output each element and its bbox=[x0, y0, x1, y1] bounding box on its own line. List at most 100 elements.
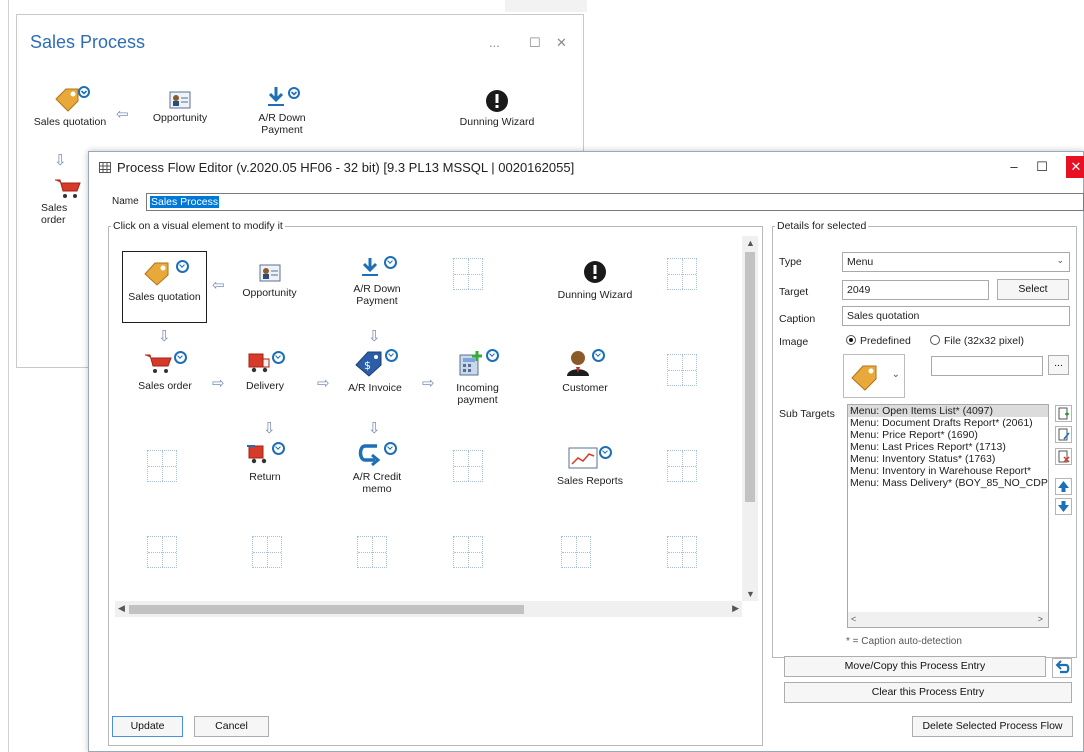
flow-node-return[interactable]: Return bbox=[230, 442, 300, 483]
browse-button[interactable]: ... bbox=[1048, 355, 1069, 375]
arrow-right-icon: ⇨ bbox=[317, 375, 330, 392]
flow-node-label: A/R Down Payment bbox=[353, 283, 401, 307]
bg-node-opportunity[interactable]: Opportunity bbox=[145, 91, 215, 124]
empty-cell[interactable] bbox=[453, 258, 483, 290]
flow-node-opportunity[interactable]: Opportunity bbox=[232, 264, 307, 299]
delete-process-flow-button[interactable]: Delete Selected Process Flow bbox=[912, 716, 1073, 737]
move-up-button[interactable] bbox=[1055, 478, 1072, 495]
predefined-radio-label: Predefined bbox=[860, 335, 911, 347]
list-horizontal-scrollbar[interactable]: < > bbox=[848, 612, 1048, 627]
flow-node-sales-quotation[interactable]: Sales quotation bbox=[122, 251, 207, 323]
empty-cell[interactable] bbox=[667, 536, 697, 568]
subtargets-list[interactable]: Menu: Open Items List* (4097) Menu: Docu… bbox=[847, 404, 1049, 628]
maximize-button[interactable]: ☐ bbox=[1029, 156, 1055, 178]
subtarget-item[interactable]: Menu: Last Prices Report* (1713) bbox=[848, 441, 1048, 453]
empty-cell[interactable] bbox=[667, 450, 697, 482]
flow-node-ar-credit-memo[interactable]: A/R Credit memo bbox=[337, 442, 417, 495]
minimize-button[interactable]: – bbox=[1001, 156, 1027, 178]
flow-node-ar-down-payment[interactable]: A/R Down Payment bbox=[337, 256, 417, 307]
flow-node-dunning-wizard[interactable]: Dunning Wizard bbox=[545, 260, 645, 301]
empty-cell[interactable] bbox=[453, 536, 483, 568]
name-input[interactable]: Sales Process bbox=[146, 193, 1084, 211]
subtarget-item[interactable]: Menu: Price Report* (1690) bbox=[848, 429, 1048, 441]
scrollbar-thumb[interactable] bbox=[129, 605, 524, 614]
arrow-left-icon: ⇦ bbox=[212, 277, 225, 294]
cancel-button[interactable]: Cancel bbox=[194, 716, 269, 737]
price-tag-icon bbox=[55, 86, 90, 112]
subtarget-item[interactable]: Menu: Open Items List* (4097) bbox=[848, 405, 1048, 417]
scrollbar-thumb[interactable] bbox=[745, 252, 755, 502]
arrow-down-icon: ⇩ bbox=[54, 152, 67, 169]
undo-button[interactable] bbox=[1052, 658, 1072, 678]
empty-cell[interactable] bbox=[252, 536, 282, 568]
scroll-right-icon[interactable]: ▶ bbox=[732, 603, 739, 614]
chevron-down-icon: ⌄ bbox=[1056, 255, 1064, 265]
predefined-radio[interactable]: Predefined bbox=[846, 335, 911, 347]
flow-node-sales-reports[interactable]: Sales Reports bbox=[545, 446, 635, 487]
arrow-down-icon bbox=[1058, 501, 1069, 512]
move-down-button[interactable] bbox=[1055, 498, 1072, 515]
flow-node-customer[interactable]: Customer bbox=[545, 349, 625, 394]
maximize-icon[interactable]: ☐ bbox=[529, 35, 541, 51]
image-file-input[interactable] bbox=[931, 356, 1043, 376]
empty-cell[interactable] bbox=[453, 450, 483, 482]
grid-icon bbox=[99, 162, 111, 173]
flow-node-label: Delivery bbox=[246, 380, 284, 392]
edit-subtarget-button[interactable] bbox=[1055, 426, 1072, 443]
close-button[interactable]: ✕ bbox=[1066, 156, 1084, 178]
flow-node-ar-invoice[interactable]: $ A/R Invoice bbox=[335, 349, 415, 394]
select-button[interactable]: Select bbox=[997, 279, 1069, 300]
bg-node-sales-order[interactable]: Sales order bbox=[31, 177, 91, 226]
flow-node-sales-order[interactable]: Sales order bbox=[125, 351, 205, 392]
customer-person-icon bbox=[567, 351, 589, 376]
download-arrow-icon bbox=[268, 87, 300, 106]
subtarget-item[interactable]: Menu: Mass Delivery* (BOY_85_NO_CDP bbox=[848, 477, 1048, 489]
contact-card-icon bbox=[169, 91, 191, 109]
subtarget-item[interactable]: Menu: Inventory Status* (1763) bbox=[848, 453, 1048, 465]
name-label: Name bbox=[112, 196, 139, 207]
subtarget-item[interactable]: Menu: Inventory in Warehouse Report* bbox=[848, 465, 1048, 477]
flow-canvas[interactable]: Sales quotation ⇦ Opportunity A/R Down P… bbox=[115, 236, 742, 601]
close-icon[interactable]: ✕ bbox=[556, 35, 567, 51]
image-picker-dropdown[interactable]: ⌄ bbox=[843, 354, 905, 398]
scroll-up-icon[interactable]: ▲ bbox=[746, 238, 755, 248]
dropdown-badge-icon bbox=[485, 349, 499, 362]
flow-node-delivery[interactable]: Delivery bbox=[230, 351, 300, 392]
scroll-left-icon[interactable]: ◀ bbox=[118, 603, 125, 614]
add-subtarget-button[interactable] bbox=[1055, 405, 1072, 422]
exclamation-icon bbox=[584, 261, 606, 283]
file-radio[interactable]: File (32x32 pixel) bbox=[930, 335, 1024, 347]
background-tab-strip bbox=[505, 0, 587, 12]
move-copy-button[interactable]: Move/Copy this Process Entry bbox=[784, 656, 1046, 677]
scroll-left-icon[interactable]: < bbox=[851, 614, 856, 624]
bg-node-label: Sales quotation bbox=[33, 116, 107, 128]
scroll-down-icon[interactable]: ▼ bbox=[746, 589, 755, 599]
empty-cell[interactable] bbox=[147, 450, 177, 482]
bg-node-dunning-wizard[interactable]: Dunning Wizard bbox=[447, 89, 547, 128]
empty-cell[interactable] bbox=[147, 536, 177, 568]
bg-node-label: Sales order bbox=[41, 202, 68, 226]
flow-node-label: Return bbox=[249, 471, 281, 483]
arrow-left-icon: ⇦ bbox=[116, 106, 129, 123]
canvas-horizontal-scrollbar[interactable]: ◀ ▶ bbox=[115, 601, 742, 617]
bg-node-ar-down-payment[interactable]: A/R Down Payment bbox=[247, 85, 317, 136]
bg-node-sales-quotation[interactable]: Sales quotation bbox=[25, 85, 115, 128]
empty-cell[interactable] bbox=[561, 536, 591, 568]
caption-input[interactable]: Sales quotation bbox=[842, 306, 1070, 326]
subtarget-item[interactable]: Menu: Document Drafts Report* (2061) bbox=[848, 417, 1048, 429]
flow-node-label: Incoming payment bbox=[456, 382, 499, 406]
delete-subtarget-button[interactable] bbox=[1055, 448, 1072, 465]
dropdown-badge-icon bbox=[174, 351, 187, 364]
empty-cell[interactable] bbox=[357, 536, 387, 568]
scroll-right-icon[interactable]: > bbox=[1038, 614, 1043, 624]
editor-titlebar[interactable]: Process Flow Editor (v.2020.05 HF06 - 32… bbox=[89, 152, 1084, 182]
target-input[interactable]: 2049 bbox=[842, 280, 989, 300]
canvas-vertical-scrollbar[interactable]: ▲ ▼ bbox=[742, 236, 758, 601]
empty-cell[interactable] bbox=[667, 258, 697, 290]
flow-node-incoming-payment[interactable]: Incoming payment bbox=[440, 349, 515, 406]
more-options-icon[interactable]: ... bbox=[489, 35, 500, 50]
empty-cell[interactable] bbox=[667, 354, 697, 386]
update-button[interactable]: Update bbox=[112, 716, 183, 737]
type-select[interactable]: Menu ⌄ bbox=[842, 252, 1070, 272]
clear-entry-button[interactable]: Clear this Process Entry bbox=[784, 682, 1072, 703]
